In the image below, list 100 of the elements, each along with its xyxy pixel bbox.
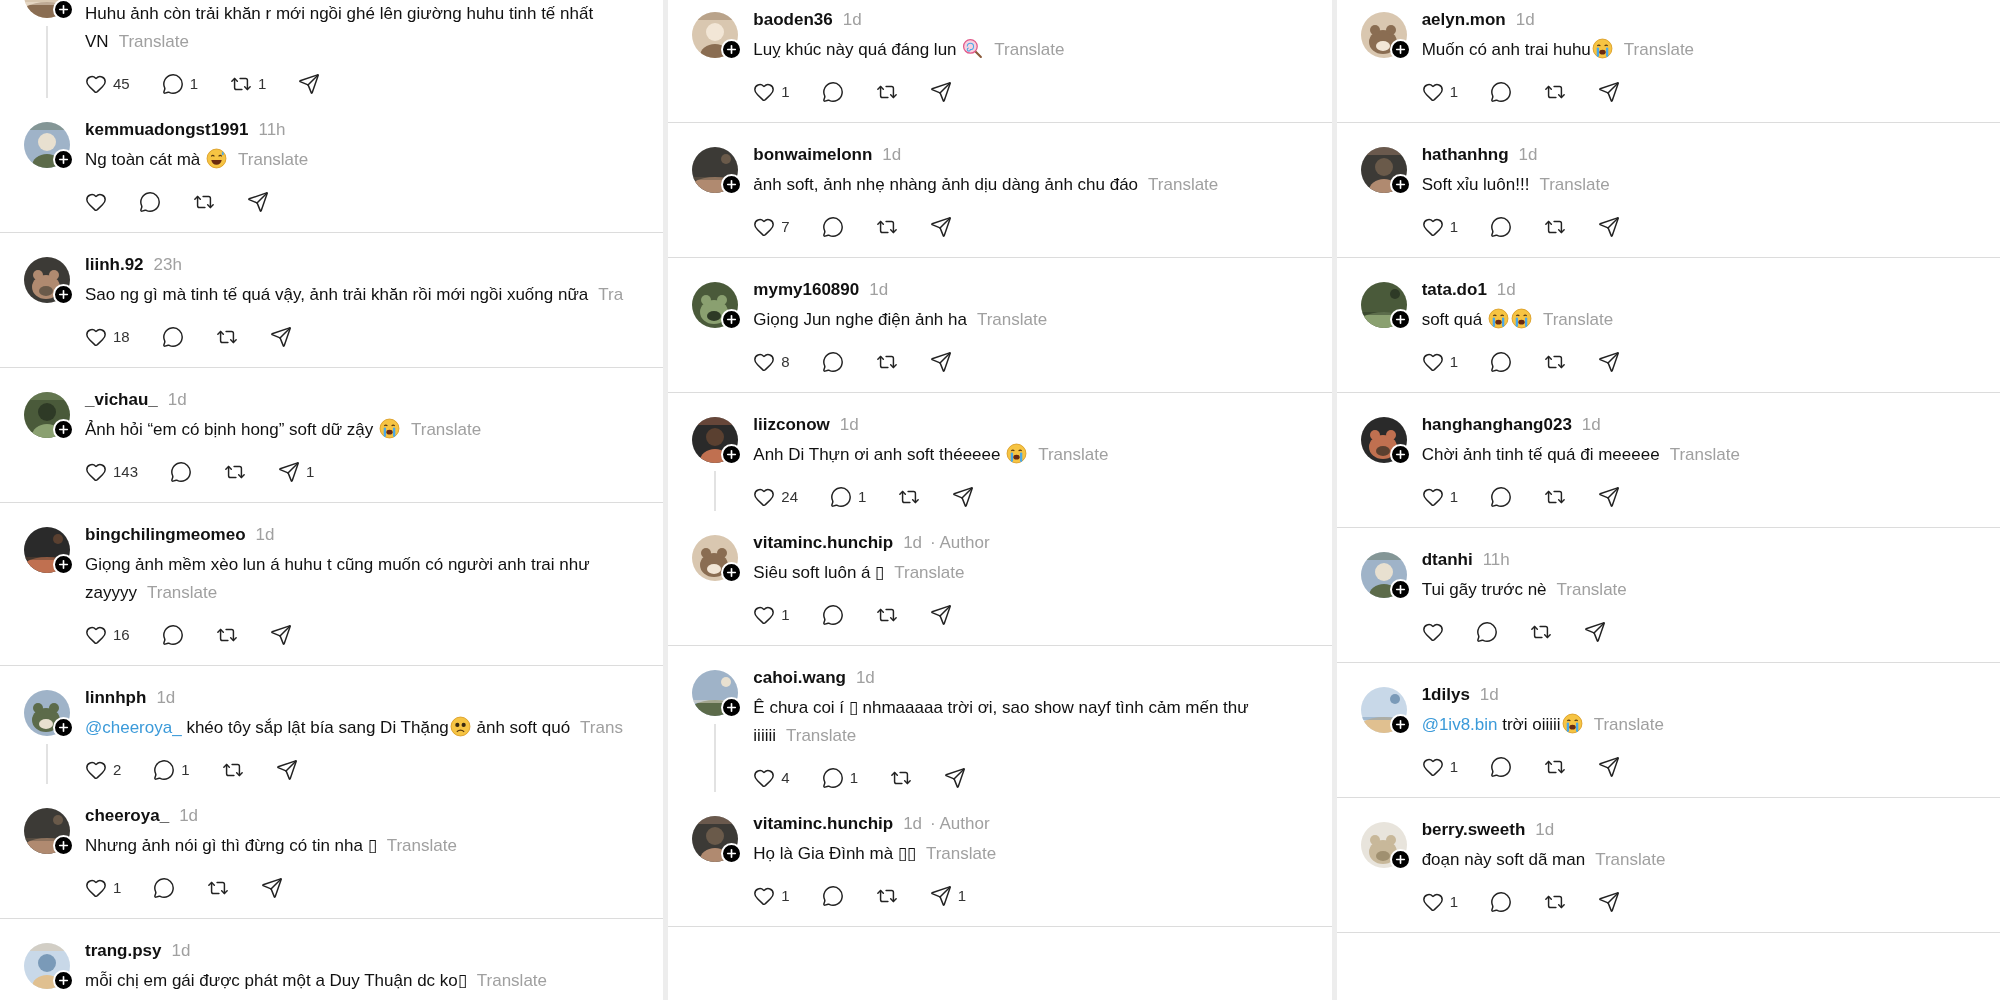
comment-text: Chời ảnh tinh tế quá đi meeeee Translate	[1421, 444, 1741, 466]
timestamp: 1d	[171, 940, 191, 963]
heart-icon	[85, 624, 107, 646]
like-button[interactable]: 1	[1421, 753, 1458, 781]
like-button[interactable]: 45	[85, 70, 130, 98]
timestamp: 1d	[1535, 819, 1555, 842]
speech-bubble-icon	[821, 81, 844, 103]
plus-icon[interactable]	[721, 697, 743, 718]
plus-icon[interactable]	[53, 419, 74, 440]
heart-icon	[1421, 486, 1444, 508]
like-button[interactable]: 1	[753, 882, 790, 910]
plus-icon[interactable]	[721, 843, 743, 864]
username[interactable]: dtanhi	[1421, 547, 1473, 573]
plus-icon[interactable]	[721, 444, 743, 465]
heart-icon	[753, 885, 776, 907]
username[interactable]: vitaminc.hunchip	[753, 811, 894, 837]
crying-face-icon	[1510, 308, 1532, 329]
reply-button[interactable]: 1	[821, 764, 858, 792]
like-button[interactable]: 143	[85, 458, 139, 486]
like-button[interactable]: 4	[753, 764, 790, 792]
heart-icon	[85, 461, 107, 483]
plus-icon[interactable]	[721, 174, 743, 195]
crying-face-icon	[1561, 713, 1583, 734]
username[interactable]: aelyn.mon	[1421, 7, 1506, 33]
username[interactable]: cheeroya_	[85, 803, 170, 829]
speech-bubble-icon	[153, 759, 176, 781]
plus-icon[interactable]	[53, 284, 74, 305]
share-button[interactable]: 1	[278, 458, 315, 486]
username[interactable]: tata.do1	[1421, 277, 1487, 303]
comment-text: Muốn có anh trai huhu Translate	[1421, 37, 1696, 61]
timestamp: 23h	[153, 254, 182, 277]
like-button[interactable]: 16	[85, 621, 130, 649]
plus-icon[interactable]	[721, 39, 743, 60]
username[interactable]: baoden36	[753, 7, 833, 33]
speech-bubble-icon	[1490, 216, 1512, 238]
username[interactable]: berry.sweeth	[1421, 817, 1526, 843]
heart-icon	[753, 216, 776, 238]
username[interactable]: vitaminc.hunchip	[753, 530, 894, 556]
speech-bubble-icon	[821, 351, 844, 373]
share-button[interactable]: 1	[929, 882, 966, 910]
speech-bubble-icon	[1490, 351, 1512, 373]
like-button[interactable]: 1	[753, 78, 790, 106]
like-button[interactable]: 1	[85, 874, 122, 902]
timestamp: 1d	[842, 9, 862, 32]
timestamp: 1d	[1515, 9, 1535, 32]
username[interactable]: liinh.92	[85, 252, 144, 278]
speech-bubble-icon	[821, 767, 844, 789]
like-button[interactable]: 1	[1421, 78, 1458, 106]
comment-text: Siêu soft luôn á ▯ Translate	[753, 562, 966, 584]
comment-text: soft quá Translate	[1421, 307, 1615, 331]
username[interactable]: bingchilingmeomeo	[85, 522, 246, 548]
username[interactable]: trang.psy	[85, 938, 162, 964]
plus-icon[interactable]	[53, 717, 74, 738]
plus-icon[interactable]	[53, 554, 74, 575]
username[interactable]: cahoi.wang	[753, 665, 846, 691]
username[interactable]: bonwaimelonn	[753, 142, 873, 168]
username[interactable]: 1dilys	[1421, 682, 1470, 708]
paper-plane-icon	[944, 767, 966, 789]
heart-icon	[85, 191, 107, 213]
like-button[interactable]: 1	[1421, 483, 1458, 511]
like-button[interactable]: 8	[753, 348, 790, 376]
reply-button[interactable]: 1	[830, 483, 867, 511]
username[interactable]: mymy160890	[753, 277, 860, 303]
heart-icon	[1421, 81, 1444, 103]
reply-button[interactable]: 1	[161, 70, 199, 98]
like-button[interactable]: 1	[753, 601, 790, 629]
plus-icon[interactable]	[53, 970, 74, 991]
paper-plane-icon	[261, 877, 284, 899]
paper-plane-icon	[1598, 216, 1620, 238]
like-button[interactable]: 1	[1421, 348, 1458, 376]
speech-bubble-icon	[161, 624, 184, 646]
username[interactable]: liizconow	[753, 412, 830, 438]
like-button[interactable]: 7	[753, 213, 790, 241]
username[interactable]: hathanhng	[1421, 142, 1509, 168]
speech-bubble-icon	[1490, 891, 1512, 913]
like-button[interactable]: 2	[85, 756, 122, 784]
like-button[interactable]: 1	[1421, 213, 1458, 241]
plus-icon[interactable]	[53, 0, 74, 20]
timestamp: 1d	[167, 389, 187, 412]
timestamp: 1d	[903, 813, 923, 836]
speech-bubble-icon	[153, 877, 176, 899]
like-button[interactable]: 24	[753, 483, 798, 511]
timestamp: 1d	[1518, 144, 1538, 167]
like-button[interactable]: 1	[1421, 888, 1458, 916]
comment-text: Giọng ảnh mềm xèo lun á huhu t cũng muốn có người anh trai như zayyyy Translate	[85, 554, 591, 604]
comment-text: mỗi chị em gái được phát một a Duy Thuận dc ko▯ Translate	[85, 970, 548, 992]
reply-button[interactable]: 1	[153, 756, 190, 784]
username[interactable]: linnhph	[85, 685, 147, 711]
username[interactable]: _vichau_	[85, 387, 158, 413]
timestamp: 11h	[1482, 549, 1510, 572]
plus-icon[interactable]	[53, 835, 74, 856]
plus-icon[interactable]	[721, 562, 743, 583]
timestamp: 1d	[882, 144, 902, 167]
plus-icon[interactable]	[721, 309, 743, 330]
repost-button[interactable]: 1	[230, 70, 267, 98]
heart-icon	[85, 73, 107, 95]
username[interactable]: kemmuadongst1991	[85, 117, 249, 143]
plus-icon[interactable]	[53, 149, 74, 170]
username[interactable]: hanghanghang023	[1421, 412, 1572, 438]
like-button[interactable]: 18	[85, 323, 130, 351]
